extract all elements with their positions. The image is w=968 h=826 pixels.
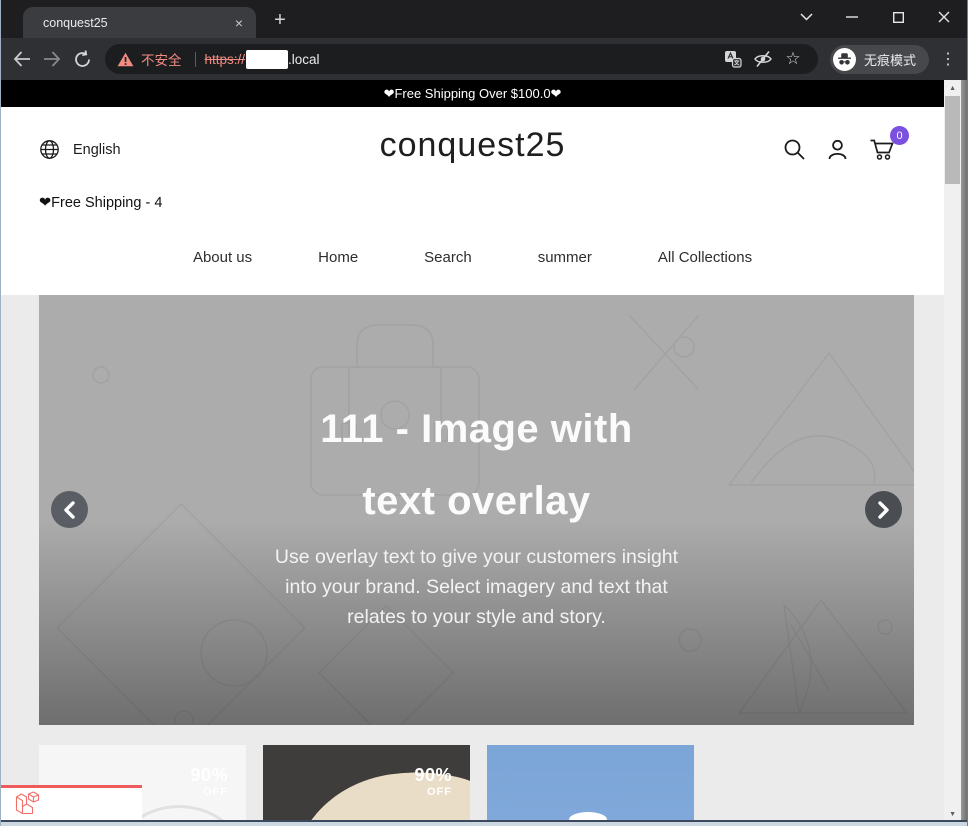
hero-text: 111 - Image with text overlay Use overla… bbox=[39, 295, 914, 632]
product-grid: 90% OFF 90% OFF bbox=[39, 745, 944, 826]
forward-icon[interactable] bbox=[37, 44, 67, 74]
tab-close-icon[interactable]: × bbox=[230, 14, 248, 32]
maximize-button[interactable] bbox=[875, 0, 921, 34]
redacted-domain bbox=[246, 49, 289, 69]
window-controls bbox=[783, 0, 967, 34]
discount-badge: 90% OFF bbox=[190, 765, 228, 798]
header-icons: 0 bbox=[783, 126, 910, 161]
page-area: ❤Free Shipping Over $100.0❤ English conq… bbox=[1, 80, 967, 826]
page-scrollbar[interactable]: ▲ ▼ bbox=[944, 80, 962, 826]
nav-item-about-us[interactable]: About us bbox=[193, 249, 252, 266]
tab-search-chevron-icon[interactable] bbox=[783, 0, 829, 34]
chevron-right-icon bbox=[878, 500, 889, 519]
bookmark-star-icon[interactable]: ☆ bbox=[780, 46, 806, 72]
minimize-button[interactable] bbox=[829, 0, 875, 34]
main-nav: About us Home Search summer All Collecti… bbox=[1, 249, 944, 266]
nav-item-summer[interactable]: summer bbox=[538, 249, 592, 266]
browser-window: conquest25 × + 不安全 https:// .local ☆ 无痕模… bbox=[0, 0, 968, 826]
omnibox-divider bbox=[194, 51, 196, 67]
account-icon[interactable] bbox=[826, 138, 849, 161]
hero-title: 111 - Image with text overlay bbox=[320, 407, 633, 523]
incognito-label: 无痕模式 bbox=[863, 52, 916, 68]
cart-icon[interactable]: 0 bbox=[869, 126, 910, 161]
nav-item-all-collections[interactable]: All Collections bbox=[658, 249, 752, 266]
nav-item-home[interactable]: Home bbox=[318, 249, 358, 266]
url-scheme: https:// bbox=[204, 51, 246, 67]
scrollbar-thumb[interactable] bbox=[945, 96, 961, 184]
shipping-note: ❤Free Shipping - 4 bbox=[39, 195, 163, 211]
cart-count-badge: 0 bbox=[890, 126, 910, 145]
nav-item-search[interactable]: Search bbox=[424, 249, 472, 266]
slider-prev-button[interactable] bbox=[51, 491, 88, 528]
window-right-edge bbox=[961, 80, 967, 826]
site-header: English conquest25 0 ❤Free Shipping - 4 … bbox=[1, 107, 945, 295]
laravel-logo-icon bbox=[15, 791, 40, 815]
product-card[interactable] bbox=[487, 745, 694, 826]
window-bottom-frame bbox=[1, 820, 967, 826]
hero-slider: 111 - Image with text overlay Use overla… bbox=[39, 295, 914, 725]
address-bar[interactable]: 不安全 https:// .local ☆ bbox=[105, 44, 818, 74]
incognito-icon bbox=[832, 47, 856, 71]
product-card[interactable]: 90% OFF bbox=[263, 745, 470, 826]
scroll-up-icon[interactable]: ▲ bbox=[944, 80, 961, 96]
chevron-left-icon bbox=[64, 500, 75, 519]
announcement-text: ❤Free Shipping Over $100.0❤ bbox=[383, 85, 562, 101]
active-tab[interactable]: conquest25 × bbox=[23, 7, 256, 38]
discount-badge: 90% OFF bbox=[414, 765, 452, 798]
browser-menu-icon[interactable]: ⋮ bbox=[935, 49, 961, 69]
reload-icon[interactable] bbox=[67, 44, 97, 74]
security-warning-label[interactable]: 不安全 bbox=[141, 49, 182, 69]
back-icon[interactable] bbox=[7, 44, 37, 74]
tab-strip: conquest25 × + bbox=[1, 0, 967, 38]
page-content: ❤Free Shipping Over $100.0❤ English conq… bbox=[1, 80, 945, 826]
url-suffix: .local bbox=[288, 51, 320, 67]
new-tab-button[interactable]: + bbox=[266, 6, 294, 34]
translate-icon[interactable] bbox=[720, 46, 746, 72]
laravel-debugbar[interactable] bbox=[1, 785, 142, 820]
slider-next-button[interactable] bbox=[865, 491, 902, 528]
eye-blocked-icon[interactable] bbox=[750, 46, 776, 72]
incognito-badge: 无痕模式 bbox=[829, 44, 929, 74]
browser-toolbar: 不安全 https:// .local ☆ 无痕模式 ⋮ bbox=[1, 38, 967, 80]
warning-triangle-icon bbox=[117, 52, 134, 66]
search-icon[interactable] bbox=[783, 138, 806, 161]
tab-title: conquest25 bbox=[43, 15, 108, 30]
close-window-button[interactable] bbox=[921, 0, 967, 34]
announcement-bar: ❤Free Shipping Over $100.0❤ bbox=[1, 80, 945, 107]
hero-subtitle: Use overlay text to give your customers … bbox=[274, 546, 679, 628]
